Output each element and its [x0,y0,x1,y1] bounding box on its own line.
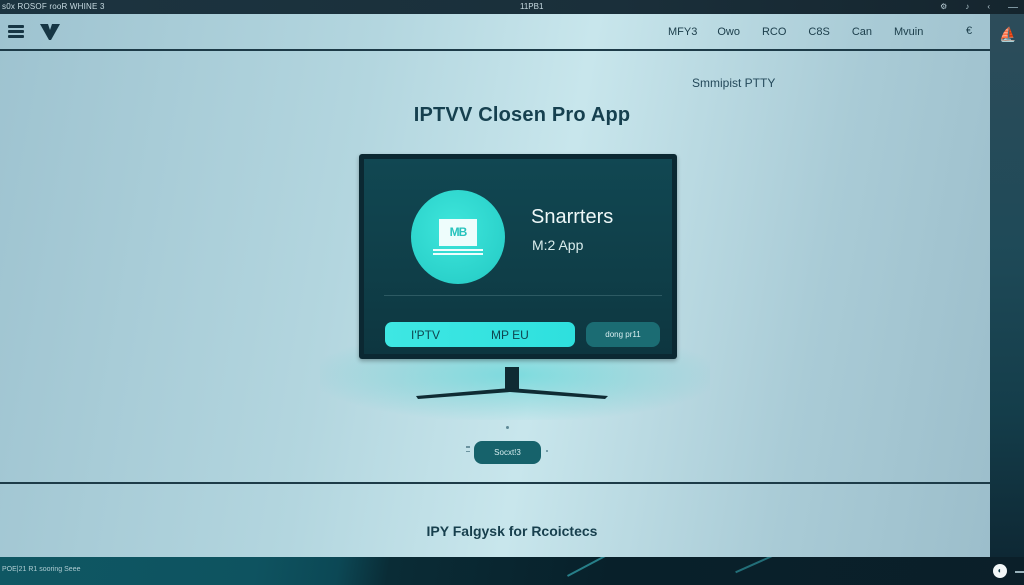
settings-icon[interactable]: ⚙ [940,0,947,14]
nav-link-3[interactable]: RCO [762,26,786,38]
secondary-action-button[interactable]: dong pr11 [586,322,660,347]
status-text: POE|21 R1 sooring Seee [2,566,81,573]
back-icon[interactable]: ‹ [987,0,990,14]
footer-divider [0,482,990,484]
screen-divider [384,295,662,296]
window-title: s0x ROSOF rooR WHINE 3 [2,2,105,11]
nav-link-6[interactable]: Mvuin [894,26,923,38]
decorative-dot [506,426,509,429]
app-name: Snarrters [531,206,614,228]
start-button-icon[interactable]: ◐ [993,564,1007,578]
primary-button-left-label: I'PTV [411,328,440,342]
boat-icon[interactable]: ⛵ [999,26,1016,43]
hamburger-menu-icon[interactable] [8,25,24,38]
nav-link-4[interactable]: C8S [808,26,829,38]
page-title: IPTVV Closen Pro App [413,104,631,126]
currency-icon[interactable]: € [966,25,972,37]
app-icon[interactable]: MB [411,190,505,284]
nav-links: MFY3 Owo RCO C8S Can Mvuin [668,26,945,38]
tray-indicator [1008,6,1018,8]
window-center-title: 11PB1 [520,2,544,11]
taskbar: POE|21 R1 sooring Seee [0,557,1024,585]
cta-button[interactable]: Socxt!3 [474,441,541,464]
primary-action-button[interactable]: I'PTV MP EU [385,322,575,347]
brand-logo-icon[interactable] [40,24,60,40]
system-tray: ⚙ ♪ ‹ [940,0,1018,14]
nav-link-5[interactable]: Can [852,26,872,38]
nav-link-2[interactable]: Owo [717,26,740,38]
top-navbar: MFY3 Owo RCO C8S Can Mvuin € [0,14,990,51]
audio-icon[interactable]: ♪ [965,0,969,14]
tray-indicator [1015,571,1024,573]
tv-screen: MB Snarrters M:2 App I'PTV MP EU dong pr… [364,159,672,354]
primary-button-right-label: MP EU [491,328,529,342]
tagline: Smmipist PTTY [692,76,776,90]
tv-stand [505,367,519,389]
nav-link-1[interactable]: MFY3 [668,26,697,38]
drag-handle-icon[interactable] [466,446,470,456]
decorative-dot [546,450,548,452]
tv-feet [416,388,608,399]
tv-mockup: MB Snarrters M:2 App I'PTV MP EU dong pr… [359,154,677,359]
app-subtitle: M:2 App [532,237,584,253]
monitor-icon: MB [439,219,477,246]
right-side-panel: ⛵ [990,14,1024,585]
footer-text: IPY Falgysk for Rcoictecs [426,523,598,539]
system-title-bar: s0x ROSOF rooR WHINE 3 11PB1 ⚙ ♪ ‹ [0,0,1024,14]
